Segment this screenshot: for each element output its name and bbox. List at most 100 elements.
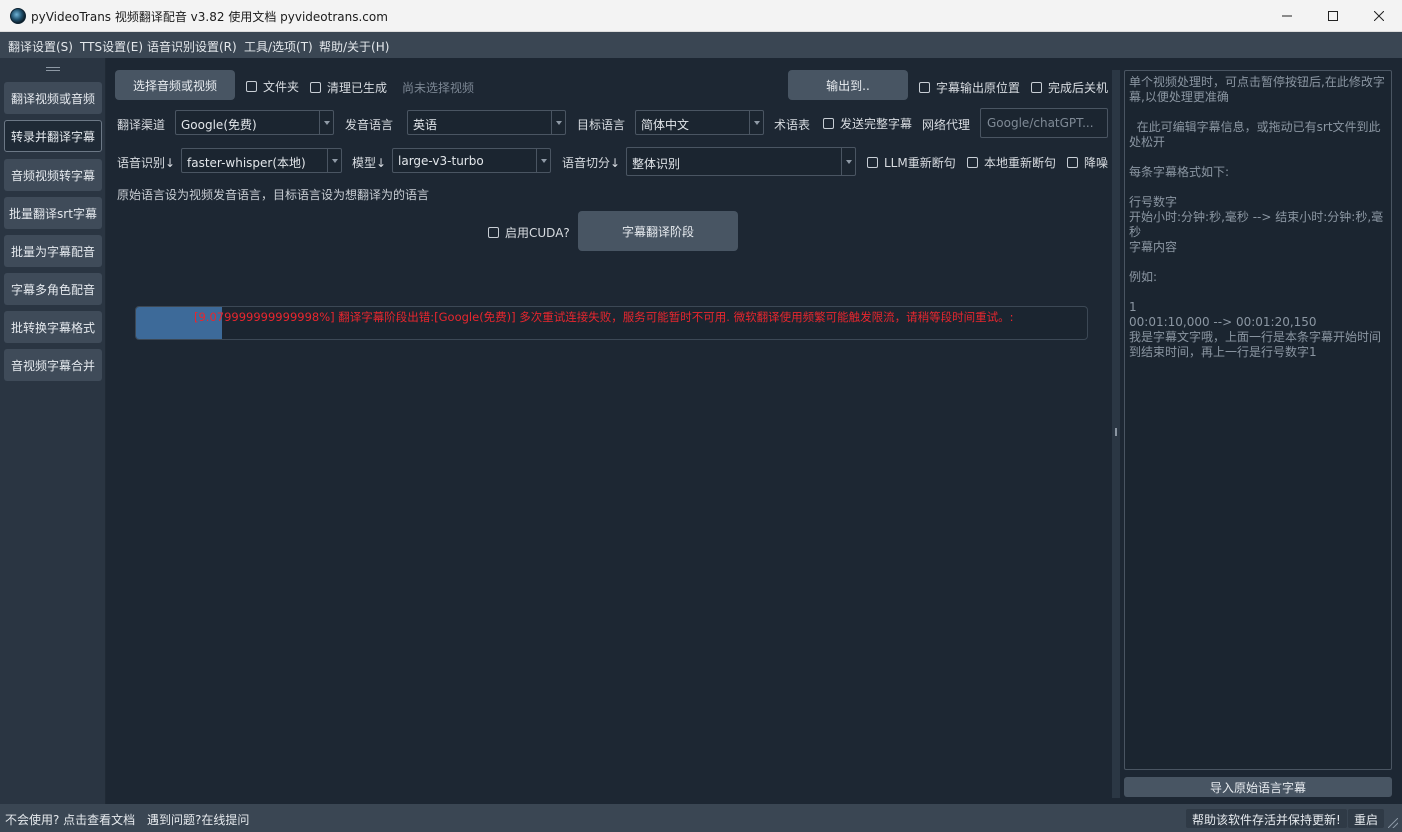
folder-checkbox[interactable]: 文件夹 [246,78,299,95]
keep-position-checkbox[interactable]: 字幕输出原位置 [919,79,1020,96]
target-language-value: 简体中文 [641,118,690,132]
editor-line: 单个视频处理时，可点击暂停按钮后,在此修改字幕,以便处理更准确 [1129,75,1385,104]
ask-online-link[interactable]: 遇到问题?在线提问 [147,811,249,828]
target-language-label: 目标语言 [577,118,626,132]
source-language-label: 发音语言 [345,118,394,132]
proxy-input[interactable]: Google/chatGPT... [980,108,1108,138]
send-full-subtitle-checkbox[interactable]: 发送完整字幕 [823,115,912,132]
editor-line: 例如: [1129,270,1158,284]
support-button[interactable]: 帮助该软件存活并保持更新! [1186,809,1347,828]
shutdown-checkbox[interactable]: 完成后关机 [1031,79,1108,96]
chevron-down-icon [551,111,565,134]
chevron-down-icon [841,148,855,175]
keep-position-label: 字幕输出原位置 [936,81,1021,95]
panel-splitter[interactable] [1110,58,1122,804]
editor-line: 开始小时:分钟:秒,毫秒 --> 结束小时:分钟:秒,毫秒 [1129,210,1384,239]
send-full-subtitle-label: 发送完整字幕 [840,117,913,131]
sidebar-item-transcribe-translate[interactable]: 转录并翻译字幕 [4,120,102,152]
maximize-icon[interactable] [1310,0,1356,32]
glossary-link[interactable]: 术语表 [774,116,810,133]
editor-line: 我是字幕文字哦，上面一行是本条字幕开始时间到结束时间，再上一行是行号数字1 [1129,330,1382,359]
denoise-label: 降噪 [1084,156,1109,170]
sidebar-item-translate-video[interactable]: 翻译视频或音频 [4,82,102,114]
model-select[interactable]: large-v3-turbo [392,148,551,173]
llm-resplit-label: LLM重新断句 [884,156,956,170]
editor-line: 行号数字 [1129,195,1178,209]
window-titlebar: pyVideoTrans 视频翻译配音 v3.82 使用文档 pyvideotr… [0,0,1402,32]
minimize-icon[interactable] [1264,0,1310,32]
select-media-button[interactable]: 选择音频或视频 [115,70,235,100]
source-language-select[interactable]: 英语 [407,110,566,135]
window-title: pyVideoTrans 视频翻译配音 v3.82 使用文档 pyvideotr… [31,10,388,24]
clear-generated-checkbox[interactable]: 清理已生成 [310,79,387,96]
chevron-down-icon [536,149,550,172]
editor-line: 在此可编辑字幕信息，或拖动已有srt文件到此处松开 [1129,120,1381,149]
model-label: 模型↓ [352,156,387,170]
menu-asr-settings[interactable]: 语音识别设置(R) [147,38,237,55]
clear-generated-label: 清理已生成 [327,81,388,95]
resize-grip-icon[interactable] [1388,818,1398,828]
editor-line: 1 [1129,300,1137,314]
asr-label: 语音识别↓ [117,156,176,170]
translate-channel-label: 翻译渠道 [117,118,166,132]
close-icon[interactable] [1356,0,1402,32]
chevron-down-icon [327,149,341,172]
subtitle-panel: 单个视频处理时，可点击暂停按钮后,在此修改字幕,以便处理更准确 在此可编辑字幕信… [1122,58,1402,804]
cuda-label: 启用CUDA? [505,226,570,240]
sidebar-drag-handle[interactable] [46,67,60,71]
progress-error-message: [9.079999999999998%] 翻译字幕阶段出错:[Google(免费… [194,310,1014,324]
menu-tools[interactable]: 工具/选项(T) [244,38,313,55]
restart-button[interactable]: 重启 [1348,809,1385,828]
main-panel: 选择音频或视频 文件夹 清理已生成 尚未选择视频 输出到.. 字幕输出原位置 完… [106,58,1110,804]
denoise-checkbox[interactable]: 降噪 [1067,154,1108,171]
translate-channel-value: Google(免费) [181,118,257,132]
import-source-subtitle-button[interactable]: 导入原始语言字幕 [1124,777,1392,797]
chevron-down-icon [749,111,763,134]
split-value: 整体识别 [632,157,681,171]
menu-translate-settings[interactable]: 翻译设置(S) [8,38,73,55]
language-hint: 原始语言设为视频发音语言，目标语言设为想翻译为的语言 [117,188,430,202]
sidebar-item-convert-format[interactable]: 批转换字幕格式 [4,311,102,343]
local-resplit-label: 本地重新断句 [984,156,1057,170]
subtitle-editor[interactable]: 单个视频处理时，可点击暂停按钮后,在此修改字幕,以便处理更准确 在此可编辑字幕信… [1124,70,1392,770]
proxy-label: 网络代理 [922,118,971,132]
model-value: large-v3-turbo [398,154,484,168]
asr-value: faster-whisper(本地) [187,156,306,170]
menubar: 翻译设置(S) TTS设置(E) 语音识别设置(R) 工具/选项(T) 帮助/关… [0,32,1402,58]
editor-line: 00:01:10,000 --> 00:01:20,150 [1129,315,1317,329]
split-select[interactable]: 整体识别 [626,147,856,176]
menu-help[interactable]: 帮助/关于(H) [319,38,389,55]
output-to-button[interactable]: 输出到.. [788,70,908,100]
sidebar-item-batch-dubbing[interactable]: 批量为字幕配音 [4,235,102,267]
editor-line: 字幕内容 [1129,240,1178,254]
progress-bar: [9.079999999999998%] 翻译字幕阶段出错:[Google(免费… [135,306,1088,340]
sidebar-item-merge[interactable]: 音视频字幕合并 [4,349,102,381]
local-resplit-checkbox[interactable]: 本地重新断句 [967,154,1056,171]
splitter-handle[interactable] [1115,428,1117,436]
source-language-value: 英语 [413,118,438,132]
asr-select[interactable]: faster-whisper(本地) [181,148,342,173]
subtitle-translate-stage-button[interactable]: 字幕翻译阶段 [578,211,738,251]
sidebar-item-batch-translate-srt[interactable]: 批量翻译srt字幕 [4,197,102,229]
sidebar: 翻译视频或音频 转录并翻译字幕 音频视频转字幕 批量翻译srt字幕 批量为字幕配… [0,58,106,804]
sidebar-item-audio-to-subtitle[interactable]: 音频视频转字幕 [4,159,102,191]
shutdown-label: 完成后关机 [1048,81,1109,95]
folder-checkbox-label: 文件夹 [263,80,300,94]
help-docs-link[interactable]: 不会使用? 点击查看文档 [5,811,135,828]
cuda-checkbox[interactable]: 启用CUDA? [488,224,570,241]
target-language-select[interactable]: 简体中文 [635,110,764,135]
file-status-text: 尚未选择视频 [402,81,475,95]
sidebar-item-multi-role-dubbing[interactable]: 字幕多角色配音 [4,273,102,305]
menu-tts-settings[interactable]: TTS设置(E) [80,38,143,55]
llm-resplit-checkbox[interactable]: LLM重新断句 [867,154,956,171]
app-logo-icon [10,8,26,24]
split-label: 语音切分↓ [562,156,621,170]
translate-channel-select[interactable]: Google(免费) [175,110,334,135]
chevron-down-icon [319,111,333,134]
statusbar: 不会使用? 点击查看文档 遇到问题?在线提问 帮助该软件存活并保持更新! 重启 [0,804,1402,832]
